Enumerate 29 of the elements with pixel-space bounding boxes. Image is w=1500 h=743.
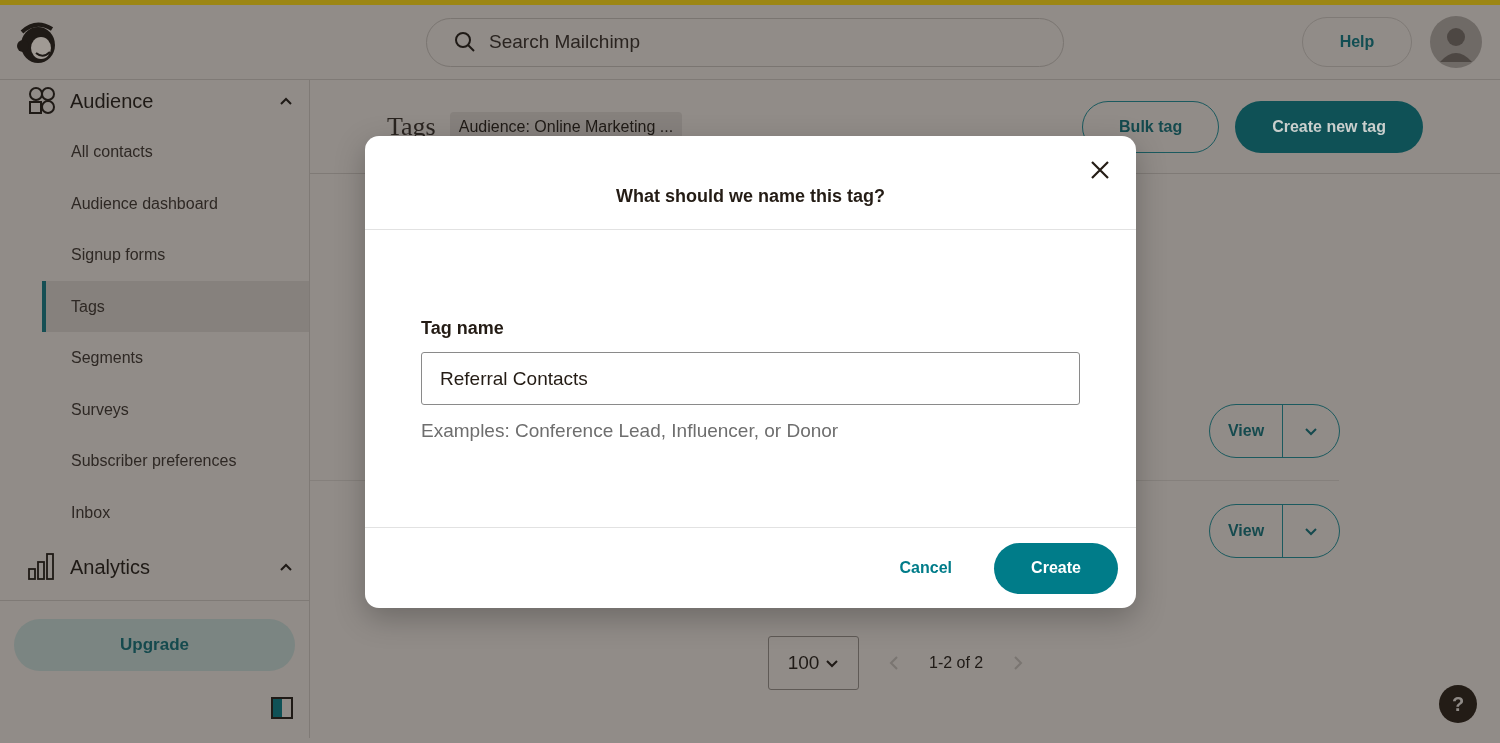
sidebar-item[interactable]: Surveys [42, 383, 309, 435]
avatar-icon[interactable] [1430, 16, 1482, 68]
cancel-button[interactable]: Cancel [893, 555, 958, 581]
help-button[interactable]: Help [1302, 17, 1412, 67]
search-icon [454, 30, 476, 53]
create-button[interactable]: Create [994, 542, 1118, 594]
page-range: 1-2 of 2 [929, 653, 984, 673]
upgrade-button[interactable]: Upgrade [14, 619, 295, 671]
dialog-title: What should we name this tag? [616, 185, 885, 208]
close-icon [1090, 160, 1110, 180]
sidebar-item[interactable]: Segments [42, 332, 309, 384]
section-header[interactable]: Analytics [0, 546, 309, 588]
panel-toggle-icon[interactable] [271, 697, 293, 719]
field-label: Tag name [421, 317, 505, 340]
sidebar-item[interactable]: All contacts [42, 126, 309, 178]
sidebar-item[interactable]: Inbox [42, 486, 309, 538]
sidebar-item[interactable]: Signup forms [42, 229, 309, 281]
search-field[interactable]: Search Mailchimp [426, 17, 1064, 67]
sidebar-item[interactable]: Subscriber preferences [42, 435, 309, 487]
people-icon [28, 87, 56, 115]
bar-chart-icon [28, 553, 56, 581]
hint-text: Examples: Conference Lead, Influencer, or Donor [421, 419, 840, 443]
sidebar-item[interactable]: Audience dashboard [42, 177, 309, 229]
page-size-select[interactable]: 100 [768, 636, 859, 690]
create-tag-button[interactable]: Create new tag [1235, 100, 1423, 153]
tag-name-field[interactable]: Referral Contacts [421, 352, 1080, 405]
sidebar-item[interactable]: Tags [42, 280, 309, 332]
section-header[interactable]: Audience [0, 80, 309, 122]
help-fab[interactable]: ? [1439, 685, 1477, 723]
